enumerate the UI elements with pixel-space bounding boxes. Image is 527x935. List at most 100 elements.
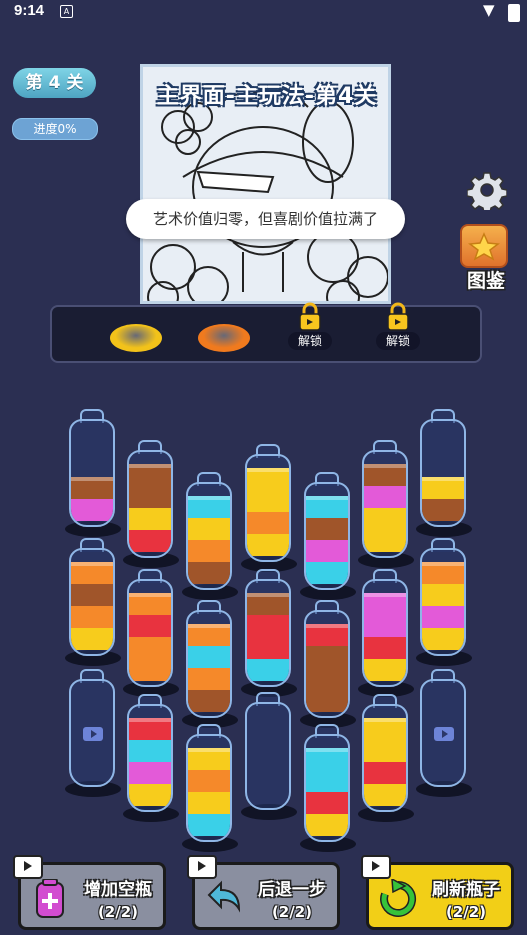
liquid-layer-brown — [188, 562, 230, 584]
liquid-layer-yellow — [364, 740, 406, 762]
liquid-layer-yellow — [129, 508, 171, 530]
liquid-layer-pink — [364, 593, 406, 615]
bottle-7[interactable] — [416, 409, 476, 537]
liquid-layer-brown — [71, 584, 113, 606]
bottle-glass — [127, 704, 173, 812]
bottle-glass — [304, 734, 350, 842]
liquid-layer-yellow — [422, 628, 464, 650]
bottle-16[interactable] — [123, 694, 183, 822]
liquid-layer-orange — [129, 659, 171, 681]
bottle-glass — [127, 450, 173, 558]
liquid-layer-yellow — [364, 659, 406, 681]
liquid-layer-yellow — [129, 784, 171, 806]
bottle-glass — [362, 704, 408, 812]
bottle-15[interactable] — [65, 669, 125, 797]
button-label: 后退一步 — [258, 880, 326, 900]
liquid-layer-cyan — [188, 496, 230, 518]
locked-tray-slot-3[interactable]: 解锁 — [288, 302, 332, 352]
bottle-4[interactable] — [241, 444, 301, 572]
wifi-icon: ▼ — [483, 1, 495, 19]
bottle-8[interactable] — [65, 538, 125, 666]
progress-label: 进度0% — [12, 118, 98, 140]
bottle-20[interactable] — [358, 694, 418, 822]
liquid-layer-brown — [71, 477, 113, 499]
undo-step-button[interactable]: 后退一步 (2/2) — [187, 855, 340, 930]
liquid-layer-yellow — [364, 718, 406, 740]
bottle-glass — [245, 702, 291, 810]
liquid-layer-red — [306, 792, 348, 814]
liquid-layer-brown — [422, 499, 464, 521]
bottle-glass — [304, 482, 350, 590]
liquid-layer-yellow — [71, 628, 113, 650]
locked-tray-slot-4[interactable]: 解锁 — [376, 302, 420, 352]
bottle-17[interactable] — [182, 724, 242, 852]
liquid-layer-yellow — [247, 534, 289, 556]
liquid-layer-pink — [71, 499, 113, 521]
bottle-2[interactable] — [123, 440, 183, 568]
bottle-10[interactable] — [182, 600, 242, 728]
liquid-layer-orange — [71, 562, 113, 584]
bottle-glass — [186, 610, 232, 718]
refresh-icon — [379, 877, 417, 919]
bottle-19[interactable] — [300, 724, 360, 852]
bottle-6[interactable] — [358, 440, 418, 568]
bottle-21[interactable] — [416, 669, 476, 797]
liquid-layer-pink — [364, 615, 406, 637]
liquid-layer-cyan — [306, 770, 348, 792]
button-label: 增加空瓶 — [84, 880, 152, 900]
liquid-layer-red — [306, 624, 348, 646]
liquid-layer-cyan — [306, 748, 348, 770]
video-unlock-icon — [434, 727, 454, 741]
bottle-13[interactable] — [358, 569, 418, 697]
liquid-layer-yellow — [364, 530, 406, 552]
tray-slot-2[interactable] — [198, 324, 250, 352]
liquid-layer-yellow — [422, 477, 464, 499]
liquid-layer-brown — [247, 593, 289, 615]
bottle-14[interactable] — [416, 538, 476, 666]
gear-icon — [466, 172, 508, 214]
liquid-layer-yellow — [188, 518, 230, 540]
liquid-layer-brown — [129, 486, 171, 508]
album-button[interactable]: 图鉴 — [460, 224, 512, 294]
add-empty-bottle-button[interactable]: 增加空瓶 (2/2) — [13, 855, 166, 930]
liquid-layer-orange — [71, 606, 113, 628]
liquid-layer-orange — [129, 593, 171, 615]
bottle-5[interactable] — [300, 472, 360, 600]
liquid-layer-cyan — [247, 659, 289, 681]
bottle-glass — [362, 450, 408, 558]
video-ad-icon — [361, 855, 391, 879]
album-label: 图鉴 — [466, 270, 505, 292]
battery-icon — [508, 4, 520, 22]
bottle-11[interactable] — [241, 569, 301, 697]
bottle-1[interactable] — [65, 409, 125, 537]
liquid-layer-yellow — [364, 784, 406, 806]
liquid-layer-brown — [306, 518, 348, 540]
refresh-bottles-button[interactable]: 刷新瓶子 (2/2) — [361, 855, 514, 930]
liquid-layer-red — [247, 637, 289, 659]
liquid-layer-orange — [247, 512, 289, 534]
liquid-layer-yellow — [306, 814, 348, 836]
bottle-9[interactable] — [123, 569, 183, 697]
liquid-layer-pink — [364, 486, 406, 508]
tray-slot-1[interactable] — [110, 324, 162, 352]
liquid-layer-yellow — [247, 490, 289, 512]
liquid-layer-orange — [129, 637, 171, 659]
liquid-layer-brown — [306, 668, 348, 690]
bottle-18[interactable] — [241, 692, 301, 820]
liquid-layer-orange — [188, 770, 230, 792]
button-count: (2/2) — [271, 903, 313, 921]
liquid-layer-pink — [422, 606, 464, 628]
bottle-12[interactable] — [300, 600, 360, 728]
bottle-glass — [245, 579, 291, 687]
button-count: (2/2) — [97, 903, 139, 921]
liquid-layer-brown — [364, 464, 406, 486]
liquid-layer-pink — [129, 762, 171, 784]
video-unlock-icon — [83, 727, 103, 741]
bottle-glass — [69, 548, 115, 656]
bottle-3[interactable] — [182, 472, 242, 600]
liquid-layer-yellow — [188, 748, 230, 770]
bottle-glass — [245, 454, 291, 562]
video-ad-icon — [187, 855, 217, 879]
button-label: 刷新瓶子 — [432, 880, 500, 900]
settings-gear-button[interactable] — [466, 170, 508, 214]
